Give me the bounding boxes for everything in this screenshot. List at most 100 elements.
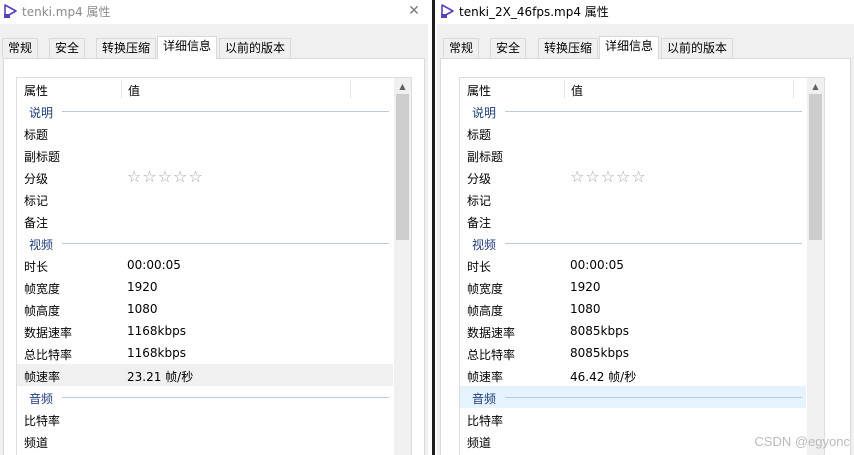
list-item[interactable]: 数据速率 1168kbps <box>17 320 393 342</box>
tab-details[interactable]: 详细信息 <box>157 36 218 59</box>
rating-stars-icon[interactable]: ☆☆☆☆☆ <box>570 167 647 186</box>
group-audio[interactable]: 音频 <box>17 386 393 408</box>
property-name: 频道 <box>24 436 49 450</box>
property-value: 1920 <box>570 280 601 294</box>
property-value: 00:00:05 <box>570 258 624 272</box>
list-item[interactable]: 副标题 <box>17 144 393 166</box>
scrollbar-thumb[interactable] <box>809 94 822 240</box>
title-bar: tenki.mp4 属性 ✕ <box>0 0 428 24</box>
list-item[interactable]: 分级 ☆☆☆☆☆ <box>17 166 393 188</box>
list-item[interactable]: 帧宽度 1920 <box>17 276 393 298</box>
group-video[interactable]: 视频 <box>17 232 393 254</box>
tab-security[interactable]: 安全 <box>490 38 527 58</box>
close-icon: ✕ <box>408 3 420 19</box>
rating-stars-icon[interactable]: ☆☆☆☆☆ <box>127 167 204 186</box>
list-header: 属性 值 <box>460 78 806 100</box>
property-name: 帧速率 <box>467 370 504 384</box>
title-bar: tenki_2X_46fps.mp4 属性 <box>437 0 854 24</box>
property-name: 分级 <box>24 172 49 186</box>
group-divider <box>505 243 802 244</box>
property-value: 1168kbps <box>127 346 186 360</box>
list-item[interactable]: 标题 <box>17 122 393 144</box>
list-item[interactable]: 帧高度 1080 <box>17 298 393 320</box>
list-item[interactable]: 总比特率 1168kbps <box>17 342 393 364</box>
list-item[interactable]: 时长 00:00:05 <box>460 254 806 276</box>
scroll-up-arrow-icon[interactable]: ▲ <box>807 80 824 94</box>
video-file-icon <box>3 3 19 19</box>
property-name: 时长 <box>24 260 49 274</box>
window-title: tenki.mp4 属性 <box>22 5 111 19</box>
column-divider[interactable] <box>564 80 565 98</box>
property-name: 帧宽度 <box>467 282 504 296</box>
property-name: 总比特率 <box>467 348 516 362</box>
tab-compression[interactable]: 转换压缩 <box>96 38 157 58</box>
tab-security[interactable]: 安全 <box>49 38 86 58</box>
tab-general[interactable]: 常规 <box>2 38 39 58</box>
list-item[interactable]: 标记 <box>460 188 806 210</box>
tab-strip: 常规 安全 转换压缩 详细信息 以前的版本 <box>437 36 854 59</box>
list-item[interactable]: 帧高度 1080 <box>460 298 806 320</box>
details-panel: 属性 值 说明 标题 副标题 分级 ☆☆☆☆☆ 标记 备注 视频 时长 00:00… <box>440 58 851 455</box>
column-divider[interactable] <box>350 80 351 98</box>
group-divider <box>62 397 389 398</box>
group-audio[interactable]: 音频 <box>460 386 806 408</box>
list-item[interactable]: 分级 ☆☆☆☆☆ <box>460 166 806 188</box>
column-header-value[interactable]: 值 <box>128 82 140 99</box>
tab-details[interactable]: 详细信息 <box>599 36 660 59</box>
property-name: 标记 <box>24 194 49 208</box>
list-item[interactable]: 标题 <box>460 122 806 144</box>
list-item[interactable]: 副标题 <box>460 144 806 166</box>
property-list[interactable]: 属性 值 说明 标题 副标题 分级 ☆☆☆☆☆ 标记 备注 视频 时长 00:00… <box>16 77 412 455</box>
watermark: CSDN @egyonc <box>754 434 850 449</box>
column-header-property[interactable]: 属性 <box>467 82 491 99</box>
list-item[interactable]: 总比特率 8085kbps <box>460 342 806 364</box>
property-list[interactable]: 属性 值 说明 标题 副标题 分级 ☆☆☆☆☆ 标记 备注 视频 时长 00:00… <box>459 77 825 455</box>
group-description[interactable]: 说明 <box>460 100 806 122</box>
tab-previous-versions[interactable]: 以前的版本 <box>219 38 292 58</box>
list-item[interactable]: 比特率 <box>460 408 806 430</box>
list-item[interactable]: 备注 <box>460 210 806 232</box>
column-divider[interactable] <box>793 80 794 98</box>
group-label: 音频 <box>29 392 54 406</box>
property-name: 数据速率 <box>467 326 516 340</box>
property-name: 帧速率 <box>24 370 61 384</box>
list-item-selected[interactable]: 帧速率 23.21 帧/秒 <box>17 364 393 386</box>
tab-general[interactable]: 常规 <box>443 38 480 58</box>
group-divider <box>505 397 802 398</box>
property-name: 标记 <box>467 194 492 208</box>
group-video[interactable]: 视频 <box>460 232 806 254</box>
list-item[interactable]: 标记 <box>17 188 393 210</box>
column-header-value[interactable]: 值 <box>571 82 583 99</box>
group-label: 说明 <box>472 106 497 120</box>
property-name: 标题 <box>24 128 49 142</box>
group-label: 音频 <box>472 392 497 406</box>
list-item[interactable]: 帧宽度 1920 <box>460 276 806 298</box>
property-name: 备注 <box>24 216 49 230</box>
group-description[interactable]: 说明 <box>17 100 393 122</box>
list-item[interactable]: 频道 <box>17 430 393 452</box>
property-value: 1080 <box>127 302 158 316</box>
group-divider <box>62 111 389 112</box>
property-value: 00:00:05 <box>127 258 181 272</box>
vertical-scrollbar[interactable]: ▲ <box>807 78 824 455</box>
group-label: 视频 <box>472 238 497 252</box>
group-label: 说明 <box>29 106 54 120</box>
tab-previous-versions[interactable]: 以前的版本 <box>661 38 734 58</box>
tab-compression[interactable]: 转换压缩 <box>538 38 599 58</box>
list-item[interactable]: 备注 <box>17 210 393 232</box>
group-label: 视频 <box>29 238 54 252</box>
group-divider <box>505 111 802 112</box>
scrollbar-thumb[interactable] <box>396 94 409 240</box>
list-item[interactable]: 帧速率 46.42 帧/秒 <box>460 364 806 386</box>
column-divider[interactable] <box>121 80 122 98</box>
vertical-scrollbar[interactable]: ▲ <box>394 78 411 455</box>
window-title: tenki_2X_46fps.mp4 属性 <box>459 5 609 19</box>
column-header-property[interactable]: 属性 <box>24 82 48 99</box>
property-name: 时长 <box>467 260 492 274</box>
scroll-up-arrow-icon[interactable]: ▲ <box>394 80 411 94</box>
list-item[interactable]: 时长 00:00:05 <box>17 254 393 276</box>
property-value: 1168kbps <box>127 324 186 338</box>
list-item[interactable]: 数据速率 8085kbps <box>460 320 806 342</box>
list-item[interactable]: 比特率 <box>17 408 393 430</box>
close-button[interactable]: ✕ <box>404 2 424 20</box>
